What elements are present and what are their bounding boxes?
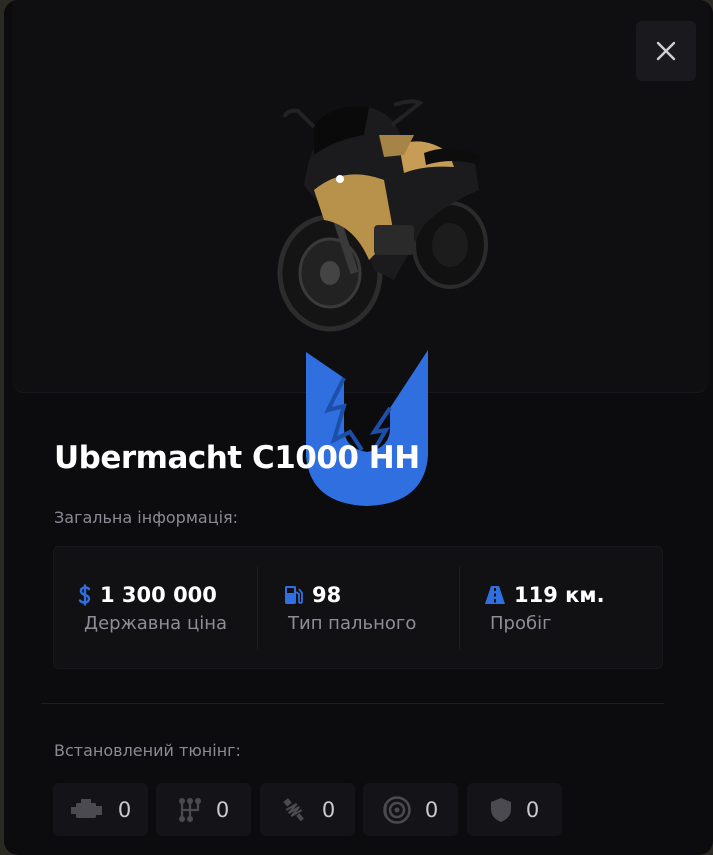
divider xyxy=(41,703,664,704)
tuning-armor[interactable]: 0 xyxy=(467,783,562,836)
fuel-label: Тип пального xyxy=(288,613,417,634)
dollar-icon xyxy=(78,584,91,606)
tuning-engine[interactable]: 0 xyxy=(53,783,148,836)
suspension-icon xyxy=(283,797,304,821)
general-info-heading: Загальна інформація: xyxy=(54,508,239,527)
tuning-brakes-count: 0 xyxy=(424,797,439,822)
transmission-icon xyxy=(178,797,201,822)
fuel-item: 98 Тип пального xyxy=(258,547,459,668)
price-label: Державна ціна xyxy=(84,613,227,634)
tuning-transmission[interactable]: 0 xyxy=(156,783,251,836)
tuning-transmission-count: 0 xyxy=(215,797,230,822)
close-button[interactable] xyxy=(636,21,696,81)
price-value: 1 300 000 xyxy=(100,583,217,607)
road-icon xyxy=(485,586,505,604)
tuning-suspension-count: 0 xyxy=(321,797,336,822)
vehicle-info-modal: Ubermacht C1000 HH Загальна інформація: … xyxy=(4,0,713,855)
mileage-value: 119 км. xyxy=(514,583,605,607)
price-item: 1 300 000 Державна ціна xyxy=(54,547,257,668)
tuning-suspension[interactable]: 0 xyxy=(260,783,355,836)
armor-icon xyxy=(490,797,511,822)
engine-icon xyxy=(70,798,102,818)
tuning-brakes[interactable]: 0 xyxy=(363,783,458,836)
tuning-heading: Встановлений тюнінг: xyxy=(54,741,241,760)
motorcycle-image xyxy=(277,99,488,332)
tuning-engine-count: 0 xyxy=(117,797,132,822)
close-icon xyxy=(656,41,676,61)
vehicle-preview xyxy=(12,0,709,506)
mileage-label: Пробіг xyxy=(490,613,552,634)
tuning-armor-count: 0 xyxy=(525,797,540,822)
brakes-icon xyxy=(383,795,411,824)
vehicle-title: Ubermacht C1000 HH xyxy=(54,440,420,476)
fuel-pump-icon xyxy=(285,586,303,604)
brand-logo xyxy=(306,350,428,506)
general-info-panel: 1 300 000 Державна ціна 98 Тип пального xyxy=(53,546,663,669)
fuel-value: 98 xyxy=(312,583,342,607)
mileage-item: 119 км. Пробіг xyxy=(460,547,662,668)
